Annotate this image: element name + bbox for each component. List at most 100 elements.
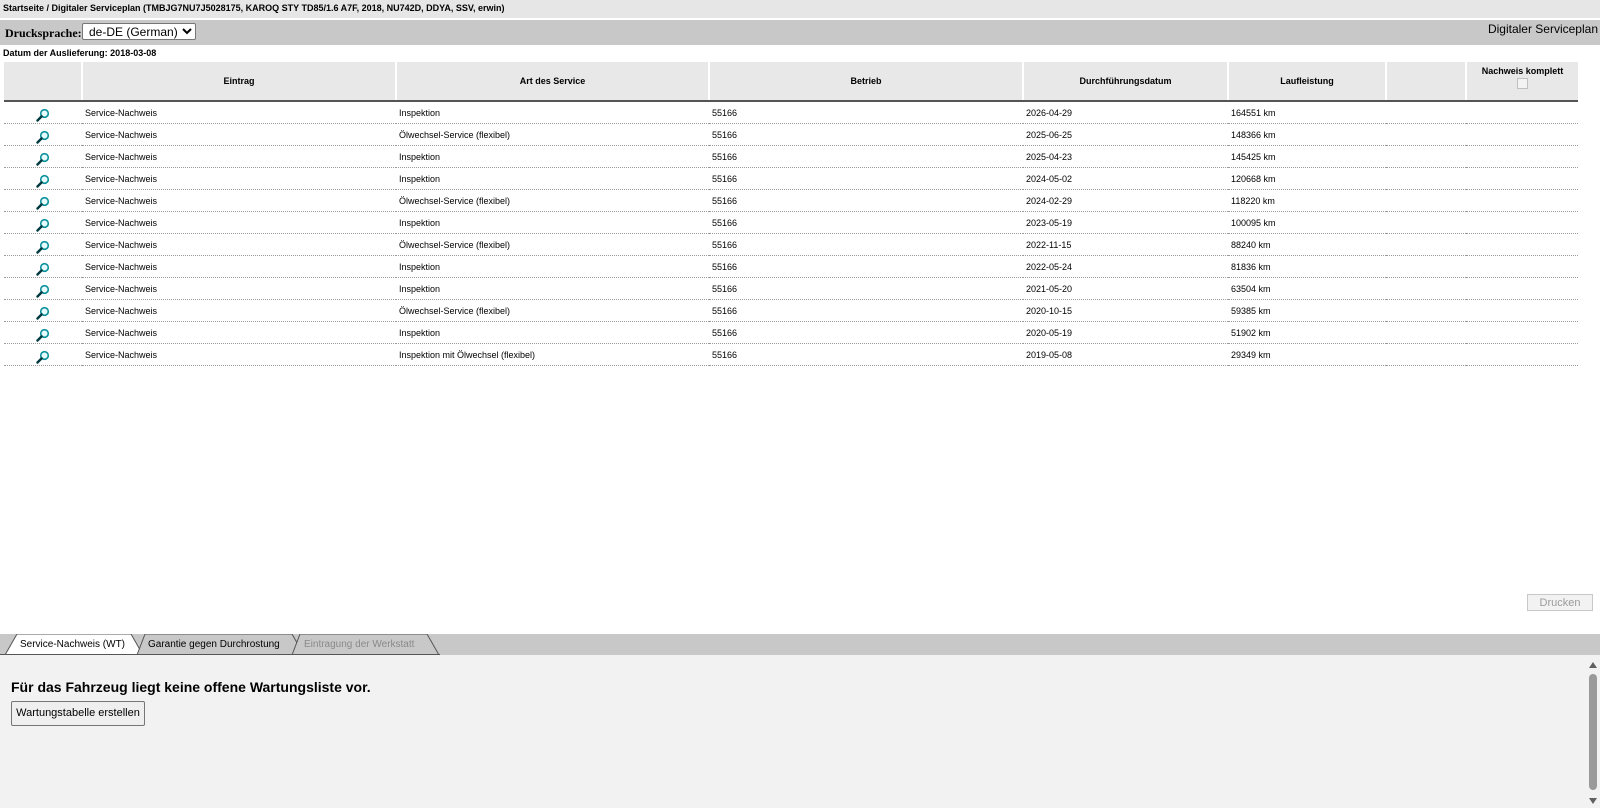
cell-service-type: Inspektion [396, 255, 709, 278]
cell-entry: Service-Nachweis [82, 145, 396, 168]
cell-entry: Service-Nachweis [82, 321, 396, 344]
cell-proof-complete [1466, 167, 1578, 190]
cell-service-type: Inspektion [396, 321, 709, 344]
details-cell [4, 101, 82, 124]
cell-date: 2020-10-15 [1023, 299, 1228, 322]
cell-mileage: 29349 km [1228, 343, 1386, 366]
cell-workshop: 55166 [709, 123, 1023, 146]
cell-mileage: 148366 km [1228, 123, 1386, 146]
cell-mileage: 63504 km [1228, 277, 1386, 300]
cell-service-type: Inspektion [396, 211, 709, 234]
cell-workshop: 55166 [709, 211, 1023, 234]
cell-service-type: Ölwechsel-Service (flexibel) [396, 233, 709, 256]
cell-date: 2024-02-29 [1023, 189, 1228, 212]
service-table: Eintrag Art des Service Betrieb Durchfüh… [4, 62, 1578, 366]
cell-mileage: 145425 km [1228, 145, 1386, 168]
cell-workshop: 55166 [709, 255, 1023, 278]
cell-entry: Service-Nachweis [82, 255, 396, 278]
cell-entry: Service-Nachweis [82, 299, 396, 322]
details-cell [4, 189, 82, 212]
cell-proof-complete [1466, 255, 1578, 278]
cell-proof-complete [1466, 277, 1578, 300]
magnifier-icon[interactable] [36, 174, 50, 188]
print-language-select[interactable]: de-DE (German) [82, 23, 196, 40]
cell-workshop: 55166 [709, 145, 1023, 168]
cell-proof-complete [1466, 299, 1578, 322]
header-service-type: Art des Service [396, 62, 710, 102]
cell-empty [1386, 123, 1466, 146]
cell-entry: Service-Nachweis [82, 343, 396, 366]
header-mileage: Laufleistung [1228, 62, 1387, 102]
cell-workshop: 55166 [709, 321, 1023, 344]
cell-empty [1386, 277, 1466, 300]
cell-entry: Service-Nachweis [82, 233, 396, 256]
print-button: Drucken [1527, 594, 1593, 611]
tab-bar: Service-Nachweis (WT) Garantie gegen Dur… [0, 634, 1600, 655]
table-row: Service-Nachweis Ölwechsel-Service (flexi… [4, 233, 1578, 256]
cell-proof-complete [1466, 189, 1578, 212]
cell-workshop: 55166 [709, 101, 1023, 124]
header-proof-complete-label: Nachweis komplett [1481, 66, 1564, 76]
magnifier-icon[interactable] [36, 218, 50, 232]
header-date: Durchführungsdatum [1023, 62, 1229, 102]
cell-empty [1386, 167, 1466, 190]
arrow-up-icon[interactable] [1589, 662, 1597, 668]
table-row: Service-Nachweis Inspektion 55166 2025-04-2… [4, 145, 1578, 168]
cell-date: 2020-05-19 [1023, 321, 1228, 344]
table-row: Service-Nachweis Inspektion 55166 2021-05-2… [4, 277, 1578, 300]
cell-empty [1386, 189, 1466, 212]
cell-service-type: Inspektion mit Ölwechsel (flexibel) [396, 343, 709, 366]
cell-empty [1386, 211, 1466, 234]
table-row: Service-Nachweis Inspektion 55166 2026-04-2… [4, 101, 1578, 124]
cell-mileage: 59385 km [1228, 299, 1386, 322]
cell-date: 2019-05-08 [1023, 343, 1228, 366]
cell-proof-complete [1466, 233, 1578, 256]
cell-service-type: Inspektion [396, 277, 709, 300]
magnifier-icon[interactable] [36, 130, 50, 144]
cell-proof-complete [1466, 101, 1578, 124]
no-maintenance-message: Für das Fahrzeug liegt keine offene Wart… [11, 679, 371, 695]
cell-empty [1386, 343, 1466, 366]
details-cell [4, 255, 82, 278]
cell-proof-complete [1466, 145, 1578, 168]
magnifier-icon[interactable] [36, 152, 50, 166]
details-cell [4, 145, 82, 168]
create-maintenance-table-button[interactable]: Wartungstabelle erstellen [11, 701, 145, 726]
cell-entry: Service-Nachweis [82, 123, 396, 146]
cell-mileage: 164551 km [1228, 101, 1386, 124]
cell-empty [1386, 321, 1466, 344]
cell-workshop: 55166 [709, 233, 1023, 256]
cell-mileage: 120668 km [1228, 167, 1386, 190]
magnifier-icon[interactable] [36, 306, 50, 320]
tab-service-proof[interactable]: Service-Nachweis (WT) [20, 639, 125, 650]
cell-date: 2024-05-02 [1023, 167, 1228, 190]
cell-service-type: Ölwechsel-Service (flexibel) [396, 299, 709, 322]
magnifier-icon[interactable] [36, 262, 50, 276]
arrow-down-icon[interactable] [1589, 798, 1597, 804]
tab-rust-warranty[interactable]: Garantie gegen Durchrostung [148, 639, 280, 650]
cell-date: 2021-05-20 [1023, 277, 1228, 300]
scrollbar-thumb[interactable] [1589, 674, 1597, 790]
header-entry: Eintrag [82, 62, 397, 102]
cell-workshop: 55166 [709, 189, 1023, 212]
magnifier-icon[interactable] [36, 108, 50, 122]
details-cell [4, 167, 82, 190]
table-row: Service-Nachweis Ölwechsel-Service (flexi… [4, 123, 1578, 146]
table-row: Service-Nachweis Inspektion 55166 2024-05-0… [4, 167, 1578, 190]
cell-empty [1386, 233, 1466, 256]
cell-service-type: Inspektion [396, 167, 709, 190]
details-cell [4, 277, 82, 300]
cell-mileage: 81836 km [1228, 255, 1386, 278]
magnifier-icon[interactable] [36, 284, 50, 298]
table-row: Service-Nachweis Inspektion mit Ölwechsel… [4, 343, 1578, 366]
cell-proof-complete [1466, 321, 1578, 344]
cell-date: 2023-05-19 [1023, 211, 1228, 234]
magnifier-icon[interactable] [36, 350, 50, 364]
header-empty [1386, 62, 1467, 102]
magnifier-icon[interactable] [36, 196, 50, 210]
cell-proof-complete [1466, 343, 1578, 366]
magnifier-icon[interactable] [36, 328, 50, 342]
magnifier-icon[interactable] [36, 240, 50, 254]
cell-mileage: 100095 km [1228, 211, 1386, 234]
table-row: Service-Nachweis Ölwechsel-Service (flexi… [4, 189, 1578, 212]
